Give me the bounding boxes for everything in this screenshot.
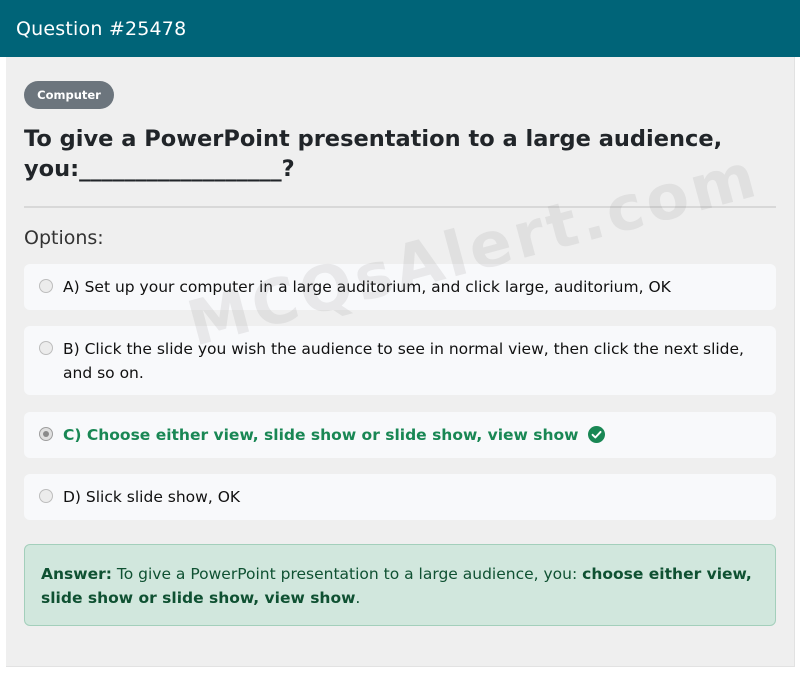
option-d-radio[interactable] bbox=[39, 489, 53, 503]
answer-suffix: . bbox=[355, 589, 361, 607]
option-d[interactable]: D) Slick slide show, OK bbox=[24, 474, 776, 520]
option-c[interactable]: C) Choose either view, slide show or sli… bbox=[24, 412, 776, 458]
option-c-text-wrap: C) Choose either view, slide show or sli… bbox=[63, 423, 763, 447]
option-c-radio[interactable] bbox=[39, 427, 53, 441]
divider bbox=[24, 206, 776, 208]
option-d-label: D) Slick slide show, OK bbox=[63, 488, 241, 506]
option-b-label: B) Click the slide you wish the audience… bbox=[63, 340, 744, 382]
question-title: Question #25478 bbox=[16, 18, 187, 40]
option-a[interactable]: A) Set up your computer in a large audit… bbox=[24, 264, 776, 310]
question-header: Question #25478 bbox=[0, 0, 800, 57]
option-a-label: A) Set up your computer in a large audit… bbox=[63, 278, 671, 296]
option-b[interactable]: B) Click the slide you wish the audience… bbox=[24, 326, 776, 395]
question-text: To give a PowerPoint presentation to a l… bbox=[24, 126, 723, 182]
option-a-radio[interactable] bbox=[39, 279, 53, 293]
answer-prefix: Answer: bbox=[41, 565, 112, 583]
answer-box: Answer: To give a PowerPoint presentatio… bbox=[24, 544, 776, 626]
category-badge[interactable]: Computer bbox=[24, 81, 114, 109]
answer-text: Answer: To give a PowerPoint presentatio… bbox=[41, 562, 753, 610]
options-heading: Options: bbox=[24, 227, 104, 249]
check-circle-icon bbox=[588, 426, 606, 443]
option-c-label: C) Choose either view, slide show or sli… bbox=[63, 426, 579, 444]
option-b-radio[interactable] bbox=[39, 341, 53, 355]
answer-body: To give a PowerPoint presentation to a l… bbox=[116, 565, 578, 583]
